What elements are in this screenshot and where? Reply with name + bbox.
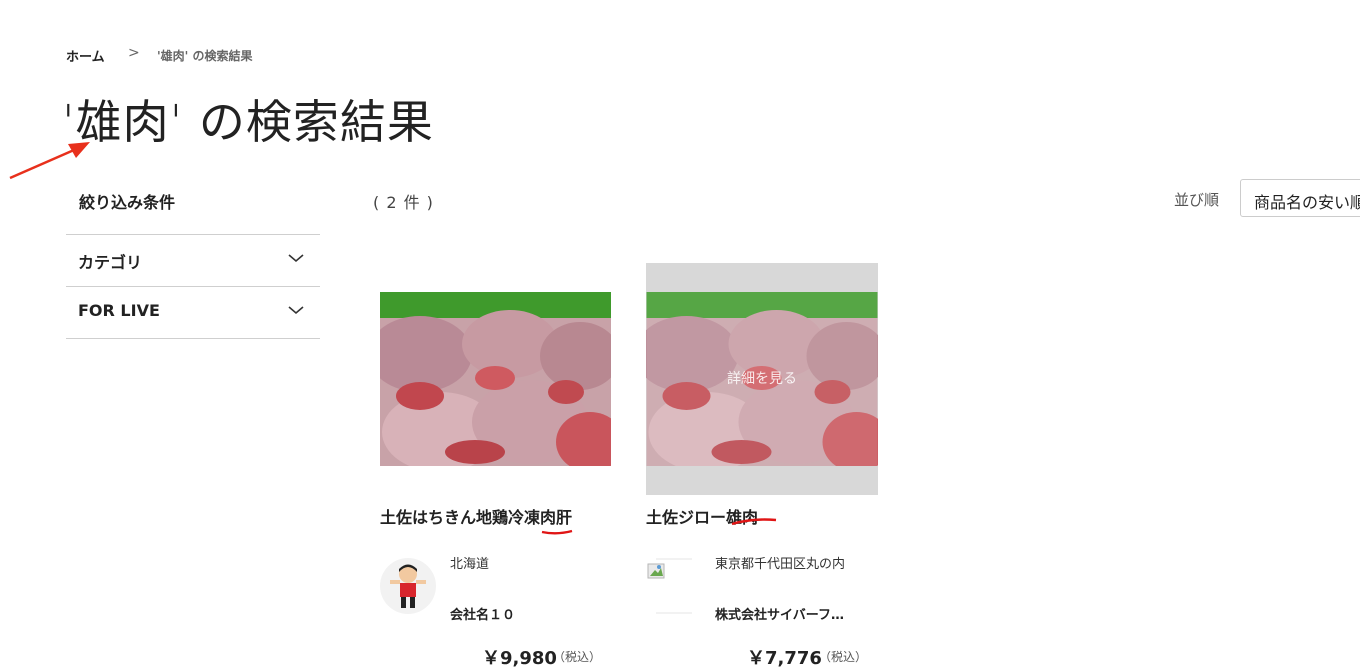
filter-for-live-label: FOR LIVE xyxy=(78,301,160,320)
chevron-down-icon xyxy=(288,306,304,315)
breadcrumb-separator-icon: > xyxy=(128,45,140,61)
sort-select-value: 商品名の安い順 xyxy=(1254,193,1360,212)
product-image[interactable] xyxy=(380,292,611,466)
filter-for-live[interactable]: FOR LIVE xyxy=(66,286,320,339)
product-image[interactable]: 詳細を見る xyxy=(646,263,878,495)
filter-category[interactable]: カテゴリ xyxy=(66,234,320,287)
breadcrumb-home-link[interactable]: ホーム xyxy=(66,46,105,65)
seller-company[interactable]: 株式会社サイバーフ… xyxy=(715,604,844,623)
view-detail-overlay[interactable]: 詳細を見る xyxy=(646,368,878,388)
seller-prefecture: 東京都千代田区丸の内 xyxy=(715,557,846,572)
page-title: '雄肉' の検索結果 xyxy=(62,95,434,149)
filter-divider xyxy=(66,338,320,339)
chevron-down-icon xyxy=(288,254,304,263)
price-tax-note: （税込） xyxy=(553,650,602,664)
product-price: ￥7,776 xyxy=(747,648,822,669)
filter-title: 絞り込み条件 xyxy=(79,193,176,212)
product-name[interactable]: 土佐はちきん地鶏冷凍肉肝 xyxy=(380,504,572,528)
price-tax-note: （税込） xyxy=(819,650,868,664)
sort-select[interactable]: 商品名の安い順 xyxy=(1240,179,1360,217)
sort-label: 並び順 xyxy=(1174,191,1220,209)
product-photo xyxy=(380,292,611,466)
annotation-underline-icon xyxy=(731,518,777,526)
annotation-underline-icon xyxy=(541,529,573,535)
seller-prefecture: 北海道 xyxy=(450,557,490,572)
result-count: ( 2 件 ) xyxy=(373,193,434,212)
product-price: ￥9,980 xyxy=(482,648,557,669)
seller-avatar xyxy=(380,558,436,614)
seller-company[interactable]: 会社名１０ xyxy=(450,604,515,623)
breadcrumb-current: '雄肉' の検索結果 xyxy=(157,49,253,63)
annotation-arrow-icon xyxy=(9,142,90,180)
seller-avatar-broken-image-icon xyxy=(646,558,702,614)
filter-category-label: カテゴリ xyxy=(78,253,143,272)
